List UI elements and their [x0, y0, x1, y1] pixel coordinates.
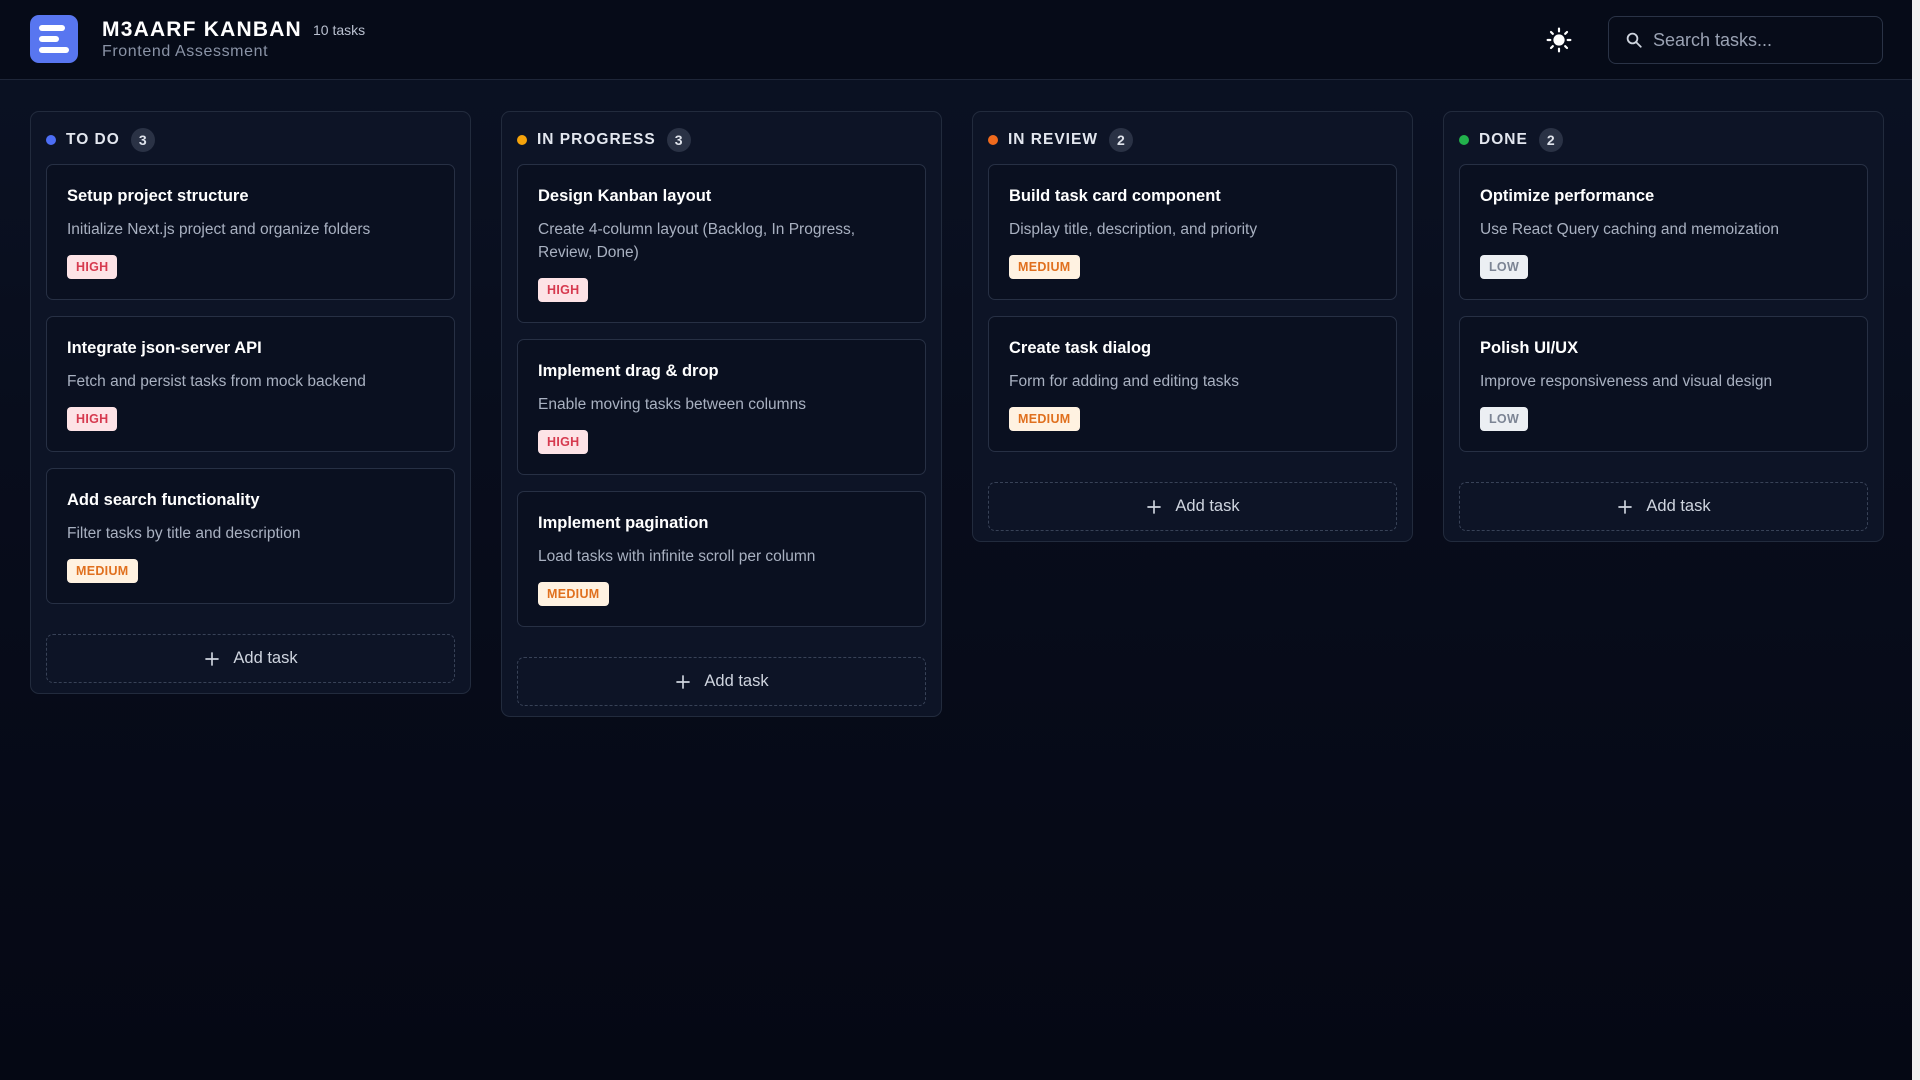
column-in-progress: IN PROGRESS 3 Design Kanban layout Create 4… [501, 111, 942, 717]
task-card[interactable]: Build task card component Display title, … [988, 164, 1397, 300]
add-task-button[interactable]: Add task [988, 482, 1397, 531]
theme-toggle-button[interactable] [1545, 26, 1573, 54]
add-task-button[interactable]: Add task [46, 634, 455, 683]
plus-icon [205, 651, 220, 666]
priority-badge: HIGH [538, 278, 589, 302]
column-status-dot [46, 134, 56, 145]
add-task-label: Add task [704, 672, 769, 690]
column-count-badge: 2 [1538, 127, 1563, 152]
plus-icon [676, 674, 691, 689]
task-card[interactable]: Optimize performance Use React Query cach… [1459, 164, 1868, 300]
task-title: Build task card component [1009, 187, 1221, 205]
task-title: Implement pagination [538, 514, 709, 532]
column-header: IN REVIEW 2 [988, 112, 1397, 157]
task-card[interactable]: Setup project structure Initialize Next.j… [46, 164, 455, 300]
task-description: Improve responsiveness and visual design [1480, 373, 1773, 390]
add-task-label: Add task [1646, 497, 1711, 515]
add-task-button[interactable]: Add task [517, 657, 926, 706]
priority-badge: HIGH [67, 407, 118, 431]
priority-badge: MEDIUM [538, 582, 609, 606]
kanban-app: M3AARF KANBAN 10 tasks Frontend Assessme… [0, 0, 1920, 1080]
task-description: Create 4-column layout (Backlog, In Prog… [538, 221, 856, 261]
task-description: Fetch and persist tasks from mock backen… [67, 373, 366, 390]
task-title: Polish UI/UX [1480, 339, 1579, 357]
priority-badge: HIGH [538, 430, 589, 454]
task-description: Initialize Next.js project and organize … [67, 221, 371, 238]
task-description: Filter tasks by title and description [67, 525, 301, 542]
task-card[interactable]: Polish UI/UX Improve responsiveness and v… [1459, 316, 1868, 452]
task-description: Enable moving tasks between columns [538, 396, 806, 413]
add-task-label: Add task [1175, 497, 1240, 515]
task-title: Setup project structure [67, 187, 249, 205]
search-input[interactable] [1653, 29, 1873, 51]
priority-badge: MEDIUM [1009, 255, 1080, 279]
task-title: Create task dialog [1009, 339, 1152, 357]
sun-icon [1546, 27, 1572, 53]
scrollbar[interactable] [1912, 0, 1920, 1080]
search-icon [1626, 32, 1642, 48]
kanban-logo-icon [30, 15, 78, 63]
column-title: TO DO [66, 130, 120, 148]
column-to-do: TO DO 3 Setup project structure Initialize … [30, 111, 471, 694]
add-task-label: Add task [233, 649, 298, 667]
app-title: M3AARF KANBAN [102, 18, 302, 41]
task-card[interactable]: Integrate json-server API Fetch and persi… [46, 316, 455, 452]
priority-badge: MEDIUM [1009, 407, 1080, 431]
priority-badge: LOW [1480, 407, 1529, 431]
task-count: 10 tasks [313, 22, 366, 38]
task-card[interactable]: Design Kanban layout Create 4-column layo… [517, 164, 926, 323]
add-task-button[interactable]: Add task [1459, 482, 1868, 531]
column-header: DONE 2 [1459, 112, 1868, 157]
search-box [1608, 16, 1883, 64]
column-count-badge: 3 [130, 127, 155, 152]
app-subtitle: Frontend Assessment [102, 43, 269, 60]
column-status-dot [1459, 134, 1469, 145]
column-header: TO DO 3 [46, 112, 455, 157]
task-title: Add search functionality [67, 491, 260, 509]
column-in-review: IN REVIEW 2 Build task card component Displ… [972, 111, 1413, 542]
priority-badge: LOW [1480, 255, 1529, 279]
task-card[interactable]: Implement drag & drop Enable moving tasks… [517, 339, 926, 475]
column-title: IN REVIEW [1008, 130, 1098, 148]
task-description: Display title, description, and priority [1009, 221, 1258, 238]
column-title: DONE [1479, 130, 1528, 148]
column-title: IN PROGRESS [537, 130, 656, 148]
plus-icon [1147, 499, 1162, 514]
column-count-badge: 2 [1108, 127, 1133, 152]
task-card[interactable]: Implement pagination Load tasks with infi… [517, 491, 926, 627]
column-header: IN PROGRESS 3 [517, 112, 926, 157]
task-description: Load tasks with infinite scroll per colu… [538, 548, 816, 565]
task-title: Implement drag & drop [538, 362, 719, 380]
priority-badge: MEDIUM [67, 559, 138, 583]
column-status-dot [988, 134, 998, 145]
plus-icon [1618, 499, 1633, 514]
task-title: Design Kanban layout [538, 187, 712, 205]
task-description: Form for adding and editing tasks [1009, 373, 1240, 390]
priority-badge: HIGH [67, 255, 118, 279]
column-count-badge: 3 [666, 127, 691, 152]
task-card[interactable]: Create task dialog Form for adding and ed… [988, 316, 1397, 452]
task-description: Use React Query caching and memoization [1480, 221, 1779, 238]
app-header: M3AARF KANBAN 10 tasks Frontend Assessme… [0, 0, 1912, 80]
task-title: Optimize performance [1480, 187, 1655, 205]
task-title: Integrate json-server API [67, 339, 262, 357]
task-card[interactable]: Add search functionality Filter tasks by … [46, 468, 455, 604]
column-status-dot [517, 134, 527, 145]
column-done: DONE 2 Optimize performance Use React Query… [1443, 111, 1884, 542]
